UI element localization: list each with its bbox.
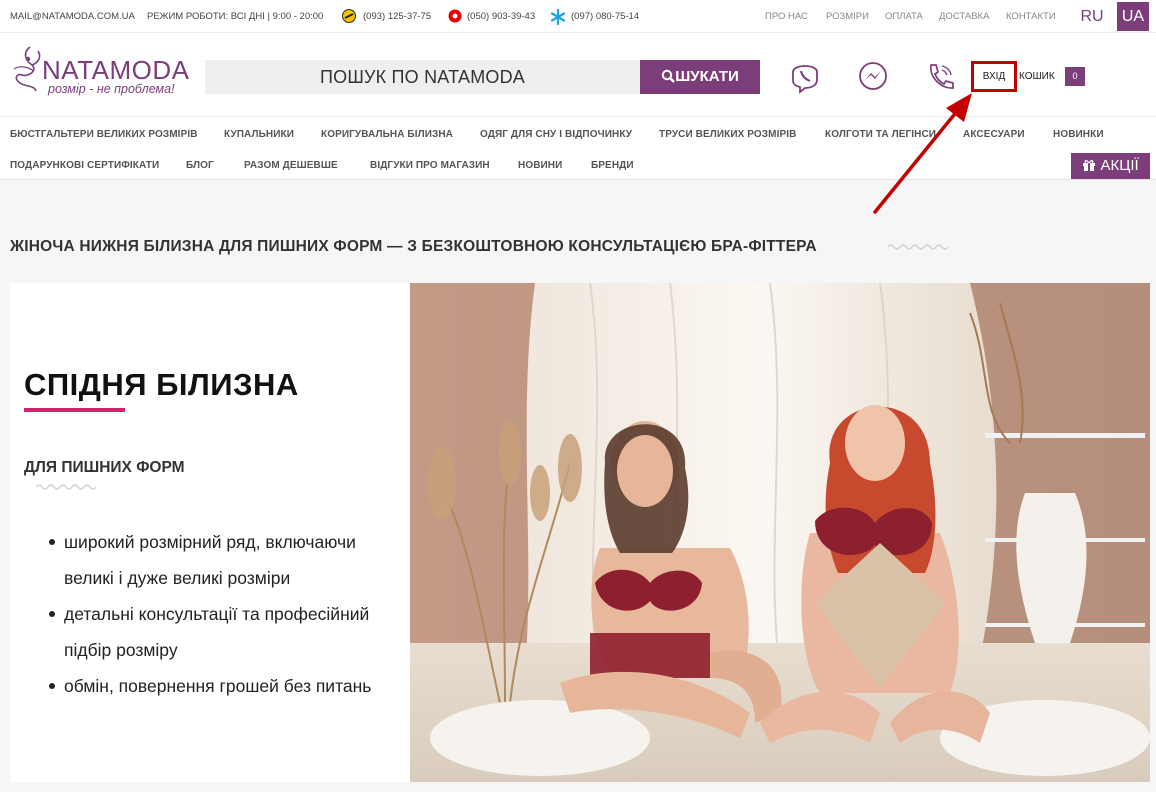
search-button[interactable]: ШУКАТИ bbox=[640, 60, 760, 94]
site-logo[interactable]: NATAMODA розмір - не проблема! bbox=[8, 45, 193, 101]
link-delivery[interactable]: ДОСТАВКА bbox=[939, 11, 989, 22]
nav-item-brands[interactable]: БРЕНДИ bbox=[591, 160, 634, 171]
promo-button[interactable]: АКЦІЇ bbox=[1071, 153, 1150, 179]
link-sizes[interactable]: РОЗМІРИ bbox=[826, 11, 869, 22]
link-payment[interactable]: ОПЛАТА bbox=[885, 11, 923, 22]
subtitle-wave-icon bbox=[36, 484, 97, 490]
list-item: широкий розмірний ряд, включаючи великі … bbox=[46, 524, 406, 596]
lang-ua[interactable]: UA bbox=[1117, 2, 1149, 31]
promo-label: АКЦІЇ bbox=[1100, 157, 1139, 174]
cart-count-badge[interactable]: 0 bbox=[1065, 67, 1085, 86]
email-link[interactable]: MAIL@NATAMODA.COM.UA bbox=[10, 11, 135, 22]
logo-tagline: розмір - не проблема! bbox=[48, 82, 175, 96]
link-contacts[interactable]: КОНТАКТИ bbox=[1006, 11, 1056, 22]
page-headline: ЖІНОЧА НИЖНЯ БІЛИЗНА ДЛЯ ПИШНИХ ФОРМ — З… bbox=[10, 238, 817, 255]
nav-item-reviews[interactable]: ВІДГУКИ ПРО МАГАЗИН bbox=[370, 160, 490, 171]
nav-item-together-cheaper[interactable]: РАЗОМ ДЕШЕВШЕ bbox=[244, 160, 338, 171]
gift-icon bbox=[1083, 160, 1096, 171]
top-bar: MAIL@NATAMODA.COM.UA РЕЖИМ РОБОТИ: ВСІ Д… bbox=[0, 0, 1156, 33]
nav-item-blog[interactable]: БЛОГ bbox=[186, 160, 214, 171]
nav-item-shapewear[interactable]: КОРИГУВАЛЬНА БІЛИЗНА bbox=[321, 129, 453, 140]
search-icon bbox=[662, 69, 676, 83]
link-about[interactable]: ПРО НАС bbox=[765, 11, 808, 22]
hero-text-panel: СПІДНЯ БІЛИЗНА ДЛЯ ПИШНИХ ФОРМ широкий р… bbox=[10, 283, 410, 782]
nav-item-sleepwear[interactable]: ОДЯГ ДЛЯ СНУ І ВІДПОЧИНКУ bbox=[480, 129, 632, 140]
list-item: детальні консультації та професійний під… bbox=[46, 596, 406, 668]
search-button-label: ШУКАТИ bbox=[675, 68, 739, 85]
search-input[interactable]: ПОШУК ПО NATAMODA bbox=[205, 60, 640, 94]
wave-divider-icon bbox=[888, 244, 949, 250]
hero-subtitle: ДЛЯ ПИШНИХ ФОРМ bbox=[24, 459, 185, 476]
kyivstar-icon bbox=[550, 8, 566, 26]
hero-title: СПІДНЯ БІЛИЗНА bbox=[24, 367, 299, 402]
phone-icon[interactable] bbox=[923, 60, 957, 94]
nav-item-new[interactable]: НОВИНКИ bbox=[1053, 129, 1104, 140]
phone-kyivstar[interactable]: (097) 080-75-14 bbox=[571, 11, 639, 22]
hero-photo bbox=[410, 283, 1150, 782]
working-hours: РЕЖИМ РОБОТИ: ВСІ ДНІ | 9:00 - 20:00 bbox=[147, 11, 324, 22]
list-item: обмін, повернення грошей без питань bbox=[46, 668, 406, 704]
benefits-list: широкий розмірний ряд, включаючи великі … bbox=[46, 524, 406, 704]
nav-item-news[interactable]: НОВИНИ bbox=[518, 160, 562, 171]
cart-link[interactable]: КОШИК bbox=[1019, 71, 1055, 82]
viber-icon[interactable] bbox=[788, 60, 822, 94]
login-button[interactable]: ВХІД bbox=[971, 61, 1017, 92]
nav-item-gift-certificates[interactable]: ПОДАРУНКОВІ СЕРТИФІКАТИ bbox=[10, 160, 159, 171]
nav-item-panties[interactable]: ТРУСИ ВЕЛИКИХ РОЗМІРІВ bbox=[659, 129, 796, 140]
messenger-icon[interactable] bbox=[856, 60, 890, 94]
annotation-arrow-icon bbox=[873, 93, 972, 214]
nav-item-bras[interactable]: БЮСТГАЛЬТЕРИ ВЕЛИКИХ РОЗМІРІВ bbox=[10, 129, 198, 140]
phone-vodafone[interactable]: (050) 903-39-43 bbox=[467, 11, 535, 22]
phone-lifecell[interactable]: (093) 125-37-75 bbox=[363, 11, 431, 22]
lang-ru[interactable]: RU bbox=[1076, 2, 1108, 31]
title-underline bbox=[24, 408, 125, 412]
vodafone-icon bbox=[448, 9, 462, 23]
lifecell-icon bbox=[342, 9, 356, 23]
nav-item-swimwear[interactable]: КУПАЛЬНИКИ bbox=[224, 129, 294, 140]
